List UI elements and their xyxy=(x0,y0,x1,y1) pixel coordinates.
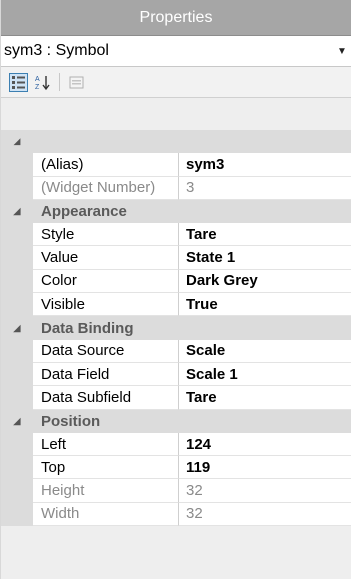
property-name: Visible xyxy=(33,293,179,317)
properties-panel: Properties sym3 : Symbol ▼ A Z ◢ (Alias)… xyxy=(0,0,351,579)
property-row-height[interactable]: Height 32 xyxy=(1,479,351,503)
collapse-icon[interactable]: ◢ xyxy=(1,316,33,340)
category-row-data-binding[interactable]: ◢ Data Binding xyxy=(1,316,351,340)
property-row-alias[interactable]: (Alias) sym3 xyxy=(1,153,351,177)
svg-text:A: A xyxy=(35,76,40,83)
collapse-icon[interactable]: ◢ xyxy=(1,409,33,433)
property-name: (Widget Number) xyxy=(33,176,179,200)
property-row-value[interactable]: Value State 1 xyxy=(1,246,351,270)
property-row-data-field[interactable]: Data Field Scale 1 xyxy=(1,362,351,387)
property-row-top[interactable]: Top 119 xyxy=(1,456,351,480)
property-grid: ◢ (Alias) sym3 (Widget Number) 3 ◢ Appea… xyxy=(1,130,351,527)
property-name: Left xyxy=(33,432,179,457)
property-value[interactable]: Dark Grey xyxy=(179,269,351,294)
category-row-appearance[interactable]: ◢ Appearance xyxy=(1,199,351,224)
property-value[interactable]: Tare xyxy=(179,223,351,247)
category-row-position[interactable]: ◢ Position xyxy=(1,409,351,433)
property-row-left[interactable]: Left 124 xyxy=(1,432,351,457)
property-value[interactable]: 124 xyxy=(179,432,351,457)
property-name: (Alias) xyxy=(33,153,179,177)
object-selector-dropdown[interactable]: sym3 : Symbol ▼ xyxy=(1,36,351,67)
property-name: Height xyxy=(33,479,179,503)
property-row-style[interactable]: Style Tare xyxy=(1,223,351,247)
property-row-visible[interactable]: Visible True xyxy=(1,293,351,317)
categorized-view-icon[interactable] xyxy=(9,72,28,92)
chevron-down-icon[interactable]: ▼ xyxy=(337,46,349,57)
property-name: Value xyxy=(33,246,179,270)
collapse-icon[interactable]: ◢ xyxy=(1,199,33,224)
category-row-misc[interactable]: ◢ xyxy=(1,130,351,154)
property-row-data-source[interactable]: Data Source Scale xyxy=(1,339,351,363)
property-value[interactable]: Scale xyxy=(179,339,351,363)
property-value[interactable]: 119 xyxy=(179,456,351,480)
property-name: Data Source xyxy=(33,339,179,363)
object-selector-value: sym3 : Symbol xyxy=(4,42,109,59)
category-label: Data Binding xyxy=(41,319,134,337)
category-label: Position xyxy=(41,412,101,430)
category-label: Appearance xyxy=(41,203,127,221)
property-value: 3 xyxy=(179,176,351,200)
property-name: Data Subfield xyxy=(33,386,179,410)
property-value[interactable]: Scale 1 xyxy=(179,362,351,387)
property-value[interactable]: True xyxy=(179,293,351,317)
property-row-width[interactable]: Width 32 xyxy=(1,502,351,527)
property-row-color[interactable]: Color Dark Grey xyxy=(1,269,351,294)
property-pages-icon[interactable] xyxy=(67,73,86,92)
properties-toolbar: A Z xyxy=(1,67,351,98)
property-name: Width xyxy=(33,502,179,527)
property-value: 32 xyxy=(179,479,351,503)
property-name: Top xyxy=(33,456,179,480)
property-name: Color xyxy=(33,269,179,294)
property-value[interactable]: sym3 xyxy=(179,153,351,177)
property-row-data-subfield[interactable]: Data Subfield Tare xyxy=(1,386,351,410)
panel-title: Properties xyxy=(1,0,351,36)
svg-text:Z: Z xyxy=(35,84,40,91)
property-value[interactable]: Tare xyxy=(179,386,351,410)
toolbar-separator xyxy=(59,73,60,91)
property-row-widget-number[interactable]: (Widget Number) 3 xyxy=(1,176,351,200)
collapse-icon[interactable]: ◢ xyxy=(1,130,33,154)
property-name: Data Field xyxy=(33,362,179,387)
property-value: 32 xyxy=(179,502,351,527)
alphabetical-sort-icon[interactable]: A Z xyxy=(33,73,52,92)
property-name: Style xyxy=(33,223,179,247)
property-value[interactable]: State 1 xyxy=(179,246,351,270)
